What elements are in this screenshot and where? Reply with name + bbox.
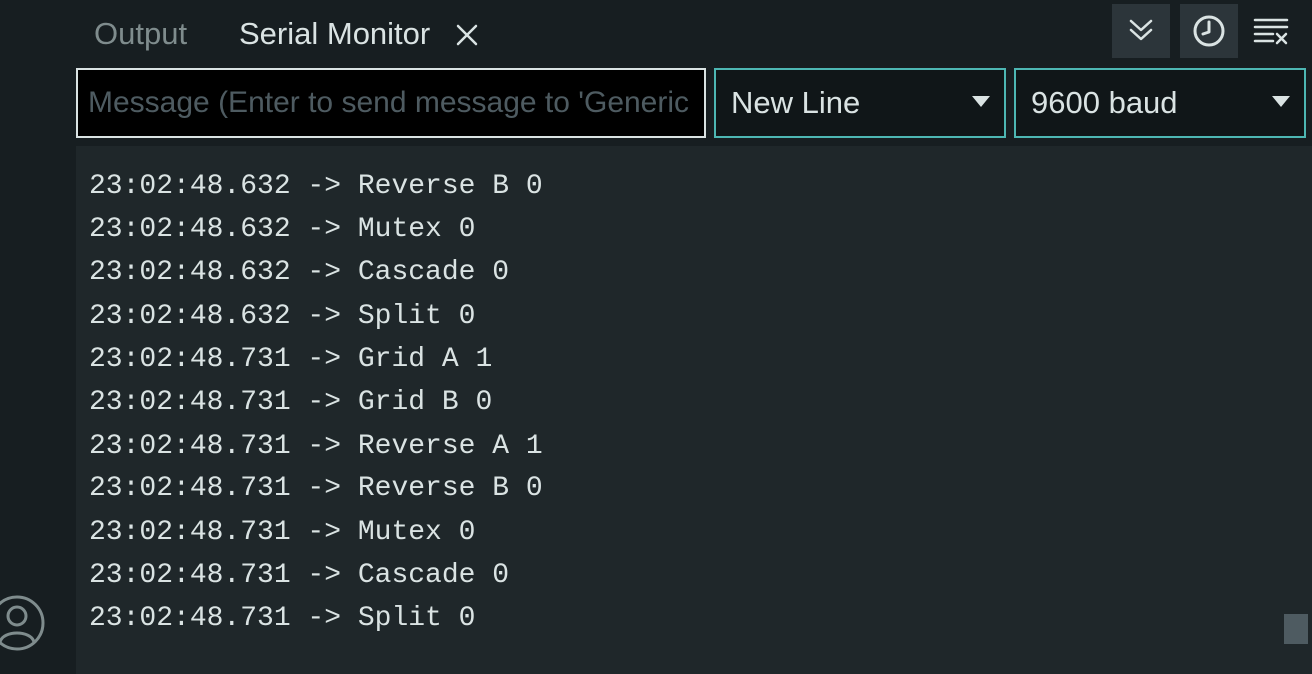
clear-output-icon [1253, 18, 1289, 45]
line-ending-select[interactable]: New Line [714, 68, 1006, 138]
log-line: 23:02:48.731 -> Grid B 0 [89, 387, 493, 418]
clock-icon [1193, 15, 1225, 47]
serial-controls: New Line 9600 baud [76, 68, 1312, 140]
tab-serial-monitor[interactable]: Serial Monitor [239, 14, 430, 54]
log-line: 23:02:48.632 -> Split 0 [89, 301, 476, 332]
toggle-timestamp-button[interactable] [1180, 4, 1238, 58]
panel-tabbar: Output Serial Monitor [76, 0, 1312, 68]
log-line: 23:02:48.632 -> Cascade 0 [89, 257, 510, 288]
clear-output-button[interactable] [1242, 4, 1300, 58]
log-line: 23:02:48.731 -> Reverse B 0 [89, 473, 543, 504]
close-icon[interactable] [454, 22, 480, 48]
caret-down-icon [972, 96, 990, 107]
double-chevron-down-icon [1129, 19, 1153, 41]
log-line: 23:02:48.632 -> Reverse B 0 [89, 171, 543, 202]
serial-output-log[interactable]: 23:02:48.632 -> Reverse B 0 23:02:48.632… [76, 146, 1312, 674]
left-activity-rail [0, 0, 76, 674]
log-line: 23:02:48.731 -> Grid A 1 [89, 344, 493, 375]
log-line: 23:02:48.731 -> Mutex 0 [89, 517, 476, 548]
log-scrollbar-thumb[interactable] [1284, 614, 1308, 644]
line-ending-value: New Line [731, 85, 861, 120]
caret-down-icon [1272, 96, 1290, 107]
baud-rate-select[interactable]: 9600 baud [1014, 68, 1306, 138]
log-line: 23:02:48.632 -> Mutex 0 [89, 214, 476, 245]
bottom-panel: Output Serial Monitor New Lin [76, 0, 1312, 674]
message-input[interactable] [76, 68, 706, 138]
tab-output[interactable]: Output [94, 14, 187, 54]
log-line: 23:02:48.731 -> Split 0 [89, 603, 476, 634]
log-line: 23:02:48.731 -> Cascade 0 [89, 560, 510, 591]
toggle-autoscroll-button[interactable] [1112, 4, 1170, 58]
baud-rate-value: 9600 baud [1031, 85, 1178, 120]
log-line: 23:02:48.731 -> Reverse A 1 [89, 431, 543, 462]
account-icon[interactable] [0, 594, 46, 652]
